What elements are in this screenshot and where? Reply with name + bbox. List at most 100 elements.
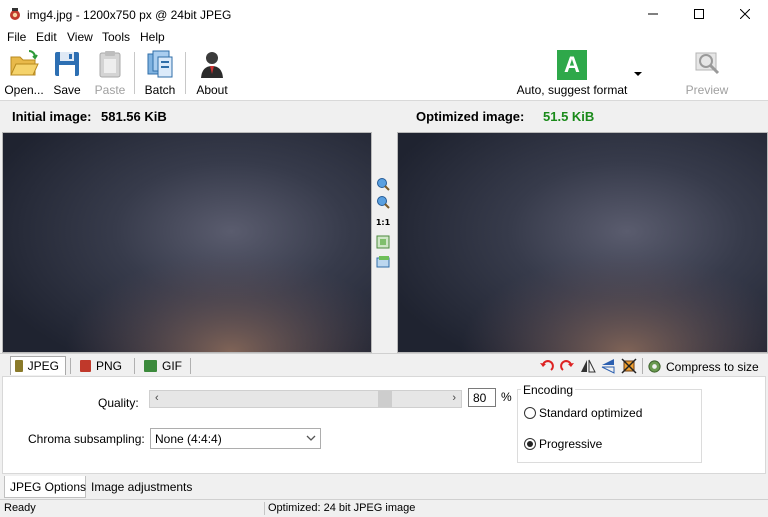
tab-image-adjustments[interactable]: Image adjustments xyxy=(86,476,196,498)
compress-to-size-button[interactable]: Compress to size xyxy=(647,358,759,375)
floppy-disk-icon xyxy=(55,52,79,76)
save-button[interactable]: Save xyxy=(50,48,84,98)
initial-size-value: 581.56 KiB xyxy=(101,109,167,124)
tab-gif[interactable]: GIF xyxy=(140,356,188,375)
tab-jpeg-options[interactable]: JPEG Options xyxy=(4,476,86,498)
window-title: img4.jpg - 1200x750 px @ 24bit JPEG xyxy=(27,8,232,22)
slider-right-arrow-icon[interactable]: › xyxy=(452,392,456,404)
chroma-subsampling-label: Chroma subsampling: xyxy=(28,432,145,446)
tab-separator xyxy=(70,358,71,374)
menu-tools[interactable]: Tools xyxy=(102,30,130,44)
png-icon xyxy=(80,359,91,372)
tab-gif-label: GIF xyxy=(162,358,182,373)
rotate-left-icon[interactable] xyxy=(539,358,555,374)
tab-separator xyxy=(642,358,643,374)
about-label: About xyxy=(196,83,228,97)
paste-button[interactable]: Paste xyxy=(92,48,128,98)
close-icon xyxy=(740,9,750,19)
paste-clipboard-icon xyxy=(99,51,121,78)
batch-icon xyxy=(147,50,173,78)
menu-help[interactable]: Help xyxy=(140,30,165,44)
split-view-icon[interactable] xyxy=(375,254,391,270)
radio-button[interactable] xyxy=(524,438,536,450)
preview-magnifier-icon xyxy=(695,52,720,75)
batch-button[interactable]: Batch xyxy=(142,48,178,98)
toolbar: Open... Save Paste Batch About A Auto, s… xyxy=(0,46,768,101)
quality-label: Quality: xyxy=(98,396,139,410)
preview-button[interactable]: Preview xyxy=(684,48,730,98)
close-button[interactable] xyxy=(722,0,768,28)
quality-unit: % xyxy=(501,390,512,404)
paste-label: Paste xyxy=(94,83,126,97)
status-ready: Ready xyxy=(4,502,36,514)
status-separator xyxy=(264,502,265,515)
tab-separator xyxy=(134,358,135,374)
jpeg-icon xyxy=(15,360,23,372)
preview-label: Preview xyxy=(685,83,729,97)
title-bar: img4.jpg - 1200x750 px @ 24bit JPEG xyxy=(0,0,768,28)
slider-thumb[interactable] xyxy=(378,391,392,407)
chroma-subsampling-select[interactable]: None (4:4:4) xyxy=(150,428,321,449)
zoom-actual-size-button[interactable]: 1:1 xyxy=(375,214,391,230)
optimized-image xyxy=(398,133,767,352)
quality-slider[interactable]: ‹ › xyxy=(149,390,462,408)
auto-format-label: Auto, suggest format xyxy=(516,83,628,97)
batch-label: Batch xyxy=(144,83,176,97)
menu-edit[interactable]: Edit xyxy=(36,30,57,44)
quality-input[interactable]: 80 xyxy=(468,388,496,407)
gif-icon xyxy=(144,359,157,372)
radio-progressive-label: Progressive xyxy=(539,437,603,451)
auto-format-letter: A xyxy=(564,52,580,77)
flip-horizontal-icon[interactable] xyxy=(580,358,596,374)
auto-format-icon: A xyxy=(557,50,587,80)
options-tab-row: JPEG Options Image adjustments xyxy=(0,474,768,498)
menu-file[interactable]: File xyxy=(7,30,26,44)
optimized-size-label: Optimized image: xyxy=(416,109,525,124)
tab-jpeg-label: JPEG xyxy=(27,359,59,373)
tab-png-label: PNG xyxy=(95,358,122,373)
minimize-icon xyxy=(648,13,658,15)
tab-separator xyxy=(190,358,191,374)
menu-view[interactable]: View xyxy=(67,30,93,44)
slider-left-arrow-icon[interactable]: ‹ xyxy=(155,392,159,404)
minimize-button[interactable] xyxy=(630,0,676,28)
crop-icon[interactable] xyxy=(621,358,637,374)
maximize-button[interactable] xyxy=(676,0,722,28)
open-button[interactable]: Open... xyxy=(4,48,44,98)
status-optimized: Optimized: 24 bit JPEG image xyxy=(268,502,416,514)
rotate-right-icon[interactable] xyxy=(559,358,575,374)
zoom-out-icon[interactable] xyxy=(375,194,391,210)
initial-image-pane[interactable] xyxy=(2,132,372,353)
dropdown-arrow-icon[interactable] xyxy=(634,72,642,77)
folder-open-icon xyxy=(10,50,39,76)
person-icon xyxy=(201,52,223,78)
app-icon xyxy=(10,8,20,20)
tab-png[interactable]: PNG xyxy=(76,356,128,375)
fit-window-icon[interactable] xyxy=(375,234,391,250)
optimized-size-value: 51.5 KiB xyxy=(543,109,595,124)
toolbar-separator xyxy=(134,52,135,94)
initial-size-label: Initial image: xyxy=(12,109,92,124)
size-row: Initial image: 581.56 KiB Optimized imag… xyxy=(0,101,768,131)
status-bar: Ready Optimized: 24 bit JPEG image xyxy=(0,499,768,517)
open-label: Open... xyxy=(4,83,44,97)
menu-bar: File Edit View Tools Help xyxy=(0,28,768,46)
gear-icon xyxy=(648,360,661,373)
chevron-down-icon xyxy=(306,435,316,441)
zoom-in-icon[interactable] xyxy=(375,176,391,192)
toolbar-separator xyxy=(185,52,186,94)
about-button[interactable]: About xyxy=(193,48,231,98)
radio-standard-optimized-label: Standard optimized xyxy=(539,406,643,420)
chroma-subsampling-value: None (4:4:4) xyxy=(155,432,222,446)
radio-button[interactable] xyxy=(524,407,536,419)
save-label: Save xyxy=(53,83,81,97)
encoding-group xyxy=(517,389,702,463)
auto-format-button[interactable]: A Auto, suggest format xyxy=(514,48,630,98)
maximize-icon xyxy=(694,9,704,19)
compress-to-size-label: Compress to size xyxy=(666,359,759,374)
optimized-image-pane[interactable] xyxy=(397,132,768,353)
initial-image xyxy=(3,133,371,352)
tab-jpeg[interactable]: JPEG xyxy=(10,356,66,375)
flip-vertical-icon[interactable] xyxy=(600,358,616,374)
encoding-title: Encoding xyxy=(521,383,576,397)
